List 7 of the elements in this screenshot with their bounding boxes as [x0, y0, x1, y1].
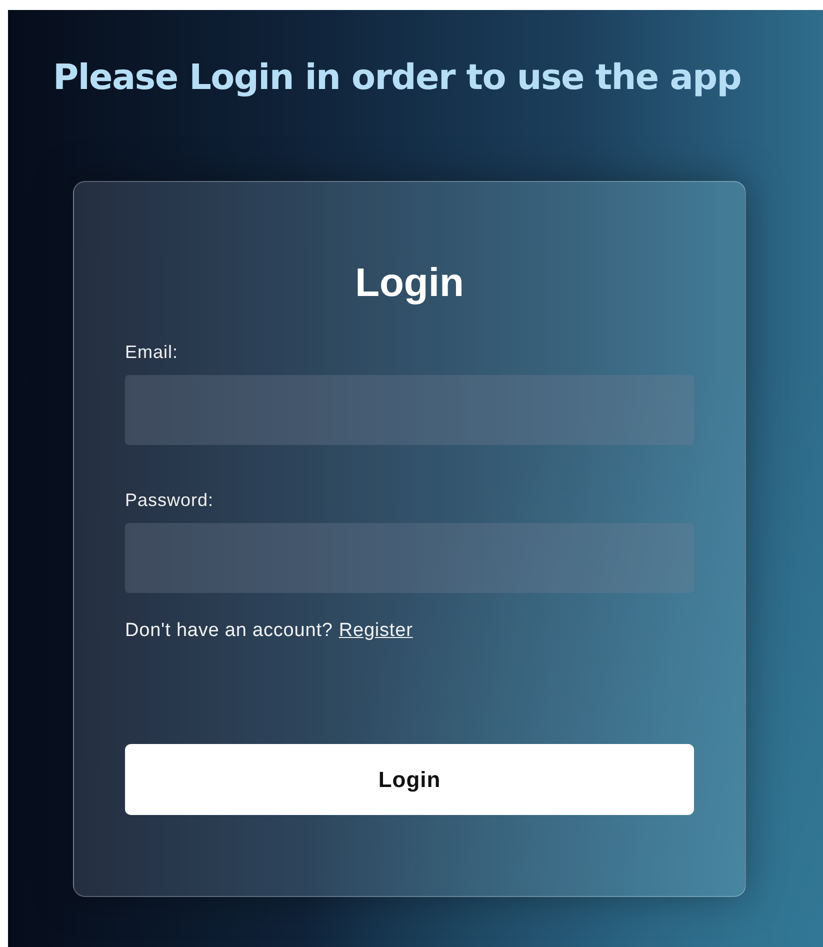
- login-button[interactable]: Login: [125, 744, 694, 815]
- field-label: Password:: [125, 489, 214, 511]
- page-heading: Please Login in order to use the app: [53, 57, 742, 100]
- register-link[interactable]: Register: [338, 619, 413, 643]
- card-title: Login: [355, 260, 464, 307]
- field-label: Email:: [125, 341, 178, 363]
- register-prompt: Don't have an account?: [125, 619, 333, 643]
